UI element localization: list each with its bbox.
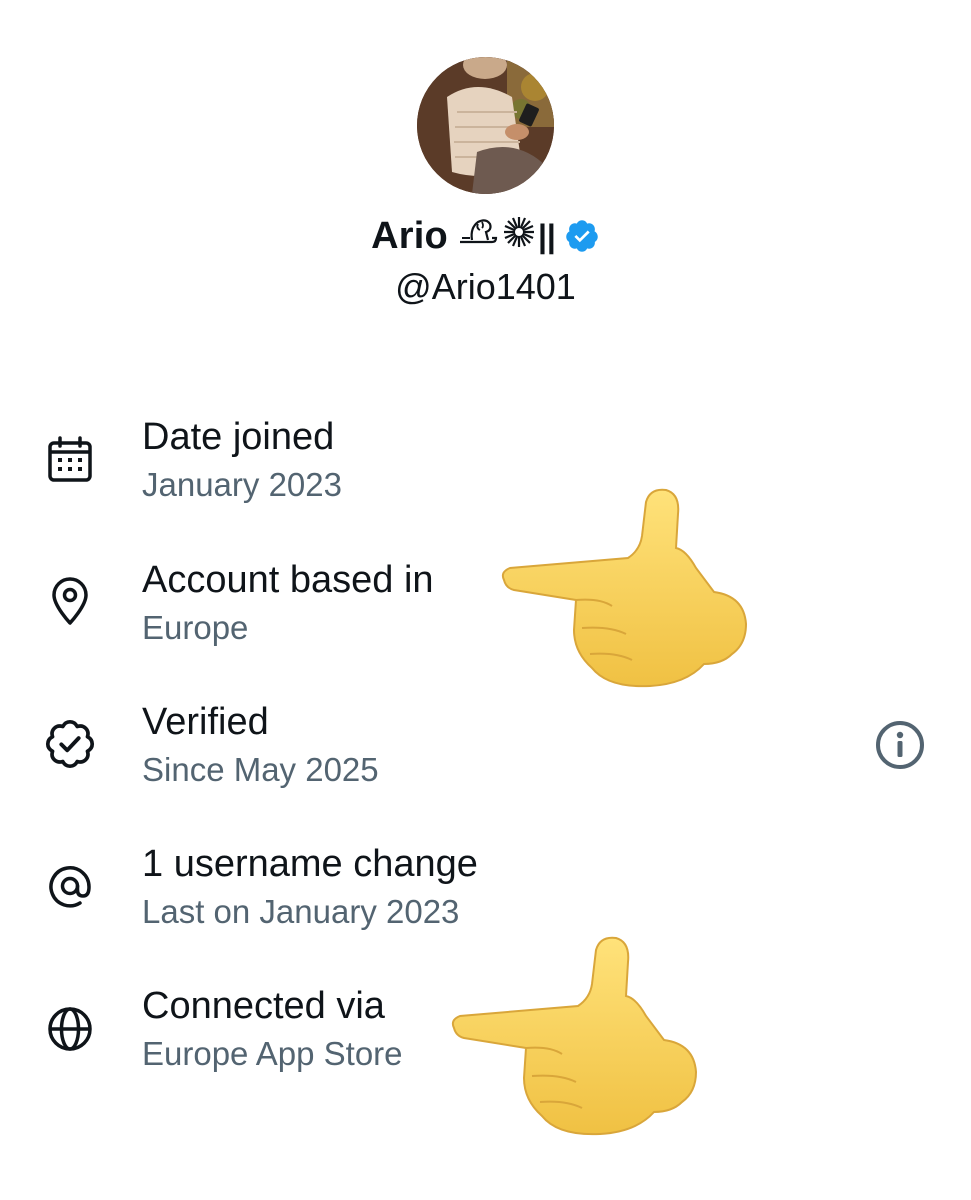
profile-avatar[interactable] bbox=[417, 57, 554, 194]
row-subtitle: Since May 2025 bbox=[142, 751, 379, 788]
lion-emblem-icon bbox=[456, 214, 500, 258]
profile-handle: @Ario1401 bbox=[395, 266, 576, 307]
row-account-based-in: Account based in Europe bbox=[0, 555, 971, 655]
row-subtitle: Europe App Store bbox=[142, 1035, 403, 1072]
row-username-change: 1 username change Last on January 2023 bbox=[0, 839, 971, 939]
verified-badge-icon[interactable] bbox=[564, 218, 600, 254]
row-title: Account based in bbox=[142, 559, 434, 601]
profile-name-row: Ario || bbox=[0, 208, 971, 264]
at-sign-icon bbox=[42, 858, 98, 914]
row-title: Connected via bbox=[142, 985, 385, 1027]
row-subtitle: January 2023 bbox=[142, 466, 342, 503]
display-name: Ario bbox=[371, 214, 448, 257]
name-decoration: || bbox=[456, 214, 556, 258]
location-pin-icon bbox=[42, 573, 98, 629]
row-title: 1 username change bbox=[142, 843, 478, 885]
row-title: Verified bbox=[142, 701, 269, 743]
sun-emblem-icon bbox=[502, 215, 536, 257]
name-suffix: || bbox=[537, 217, 556, 254]
pointing-hand-emoji-2 bbox=[450, 936, 700, 1141]
verified-seal-icon bbox=[42, 716, 98, 772]
row-title: Date joined bbox=[142, 416, 335, 458]
globe-icon bbox=[42, 1001, 98, 1057]
row-date-joined: Date joined January 2023 bbox=[0, 412, 971, 512]
pointing-hand-emoji-1 bbox=[500, 488, 750, 693]
row-subtitle: Last on January 2023 bbox=[142, 893, 460, 930]
info-icon[interactable] bbox=[872, 717, 928, 773]
account-info-page: Ario || @Ario1401 Date joined January 20… bbox=[0, 0, 971, 1200]
row-verified[interactable]: Verified Since May 2025 bbox=[0, 697, 971, 797]
row-subtitle: Europe bbox=[142, 609, 249, 646]
calendar-icon bbox=[42, 432, 98, 488]
